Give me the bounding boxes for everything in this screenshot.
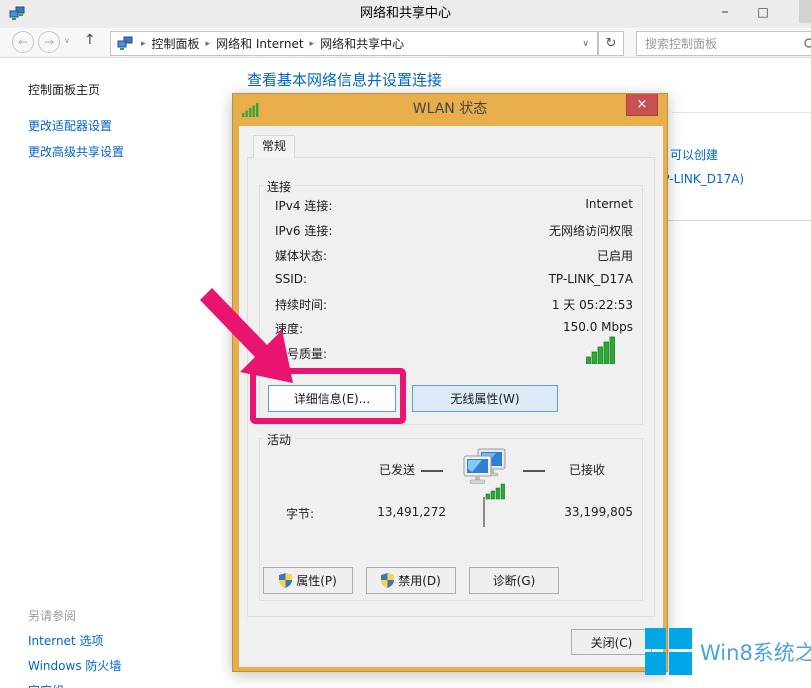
breadcrumb-separator-icon: ▸ <box>202 39 215 49</box>
sidebar-item-change-adapter-settings[interactable]: 更改适配器设置 <box>28 117 112 134</box>
clipped-ssid-link[interactable]: TP-LINK_D17A) <box>655 172 744 186</box>
signal-quality-bars-icon <box>586 336 618 364</box>
activity-group-label: 活动 <box>263 431 295 448</box>
content-divider <box>672 112 811 113</box>
network-location-icon <box>117 36 133 52</box>
connection-row: SSID: TP-LINK_D17A <box>275 272 633 290</box>
search-box <box>636 31 811 56</box>
disable-button-label: 禁用(D) <box>398 572 441 589</box>
connection-row: 持续时间: 1 天 05:22:53 <box>275 296 633 314</box>
disable-button[interactable]: 禁用(D) <box>366 567 456 594</box>
duration-value: 1 天 05:22:53 <box>552 296 633 314</box>
details-button[interactable]: 详细信息(E)... <box>268 385 396 412</box>
breadcrumb-control-panel[interactable]: 控制面板 <box>150 35 202 52</box>
uac-shield-icon <box>381 573 394 588</box>
bytes-separator <box>483 497 485 527</box>
connection-row: 媒体状态: 已启用 <box>275 247 633 265</box>
back-button[interactable]: ← <box>12 31 34 53</box>
connection-group-label: 连接 <box>263 178 295 195</box>
connection-row: 速度: 150.0 Mbps <box>275 320 633 338</box>
close-dialog-button[interactable]: 关闭(C) <box>571 629 652 655</box>
sidebar-item-change-advanced-sharing[interactable]: 更改高级共享设置 <box>28 143 124 160</box>
content-divider <box>658 220 811 221</box>
see-also-heading: 另请参阅 <box>28 607 76 624</box>
forward-button[interactable]: → <box>38 31 60 53</box>
bytes-label: 字节: <box>286 505 314 522</box>
tab-general[interactable]: 常规 <box>253 135 295 158</box>
properties-button-label: 属性(P) <box>296 572 337 589</box>
ssid-value: TP-LINK_D17A <box>549 272 633 290</box>
ipv6-label: IPv6 连接: <box>275 222 332 240</box>
up-button[interactable]: ↑ <box>84 32 96 48</box>
signal-quality-label: 信号质量: <box>275 345 327 362</box>
uac-shield-icon <box>279 573 292 588</box>
computers-activity-icon <box>456 446 510 500</box>
sidebar-item-homegroup[interactable]: 家庭组 <box>28 682 64 688</box>
sidebar-item-windows-firewall[interactable]: Windows 防火墙 <box>28 657 121 674</box>
breadcrumb-network-sharing-center[interactable]: 网络和共享中心 <box>318 35 406 52</box>
dialog-close-icon[interactable]: × <box>626 94 658 116</box>
diagnose-button[interactable]: 诊断(G) <box>469 567 559 594</box>
connection-row: IPv6 连接: 无网络访问权限 <box>275 222 633 240</box>
search-icon <box>803 37 811 51</box>
sent-dash <box>421 470 443 472</box>
watermark: Win8系统之家 <box>645 628 811 675</box>
duration-label: 持续时间: <box>275 296 327 314</box>
bytes-sent-value: 13,491,272 <box>346 505 446 519</box>
ipv4-value: Internet <box>585 197 633 215</box>
dialog-titlebar[interactable]: WLAN 状态 × <box>233 94 667 126</box>
ipv4-label: IPv4 连接: <box>275 197 332 215</box>
media-state-value: 已启用 <box>597 247 633 265</box>
wlan-status-dialog: WLAN 状态 × 常规 连接 IPv4 连接: Internet IPv6 连… <box>232 93 668 672</box>
speed-label: 速度: <box>275 320 303 338</box>
search-input[interactable] <box>637 37 803 51</box>
diagnose-button-label: 诊断(G) <box>493 572 536 589</box>
minimize-button[interactable]: – <box>710 0 740 24</box>
page-title: 查看基本网络信息并设置连接 <box>247 69 442 90</box>
window-title: 网络和共享中心 <box>0 0 811 28</box>
ipv6-value: 无网络访问权限 <box>549 222 633 240</box>
media-state-label: 媒体状态: <box>275 247 327 265</box>
maximize-button[interactable]: □ <box>748 0 778 24</box>
windows-logo-icon <box>645 628 692 675</box>
dialog-title: WLAN 状态 <box>233 94 667 126</box>
properties-button[interactable]: 属性(P) <box>263 567 353 594</box>
ssid-label: SSID: <box>275 272 307 290</box>
dialog-body: 常规 连接 IPv4 连接: Internet IPv6 连接: 无网络访问权限… <box>239 126 663 667</box>
bytes-received-value: 33,199,805 <box>521 505 633 519</box>
refresh-button[interactable]: ↻ <box>598 31 624 56</box>
sent-label: 已发送 <box>379 461 415 478</box>
received-dash <box>523 470 545 472</box>
network-sharing-center-window: 网络和共享中心 – □ ← → ∨ ↑ ▸ 控制面板 ▸ 网络和 Interne… <box>0 0 811 688</box>
watermark-text: Win8系统之家 <box>700 637 811 667</box>
connection-row: IPv4 连接: Internet <box>275 197 633 215</box>
wireless-properties-button[interactable]: 无线属性(W) <box>412 385 558 412</box>
window-titlebar: 网络和共享中心 – □ <box>0 0 811 28</box>
address-dropdown-icon[interactable]: ∨ <box>580 39 591 49</box>
breadcrumb-separator-icon: ▸ <box>137 39 150 49</box>
address-bar[interactable]: ▸ 控制面板 ▸ 网络和 Internet ▸ 网络和共享中心 ∨ <box>110 31 598 56</box>
sidebar-item-internet-options[interactable]: Internet 选项 <box>28 632 103 649</box>
history-dropdown-icon[interactable]: ∨ <box>64 36 70 45</box>
breadcrumb-network-internet[interactable]: 网络和 Internet <box>214 35 305 52</box>
close-window-button[interactable] <box>799 0 811 23</box>
sidebar-item-control-panel-home[interactable]: 控制面板主页 <box>28 81 100 98</box>
breadcrumb-separator-icon: ▸ <box>306 39 319 49</box>
received-label: 已接收 <box>569 461 605 478</box>
